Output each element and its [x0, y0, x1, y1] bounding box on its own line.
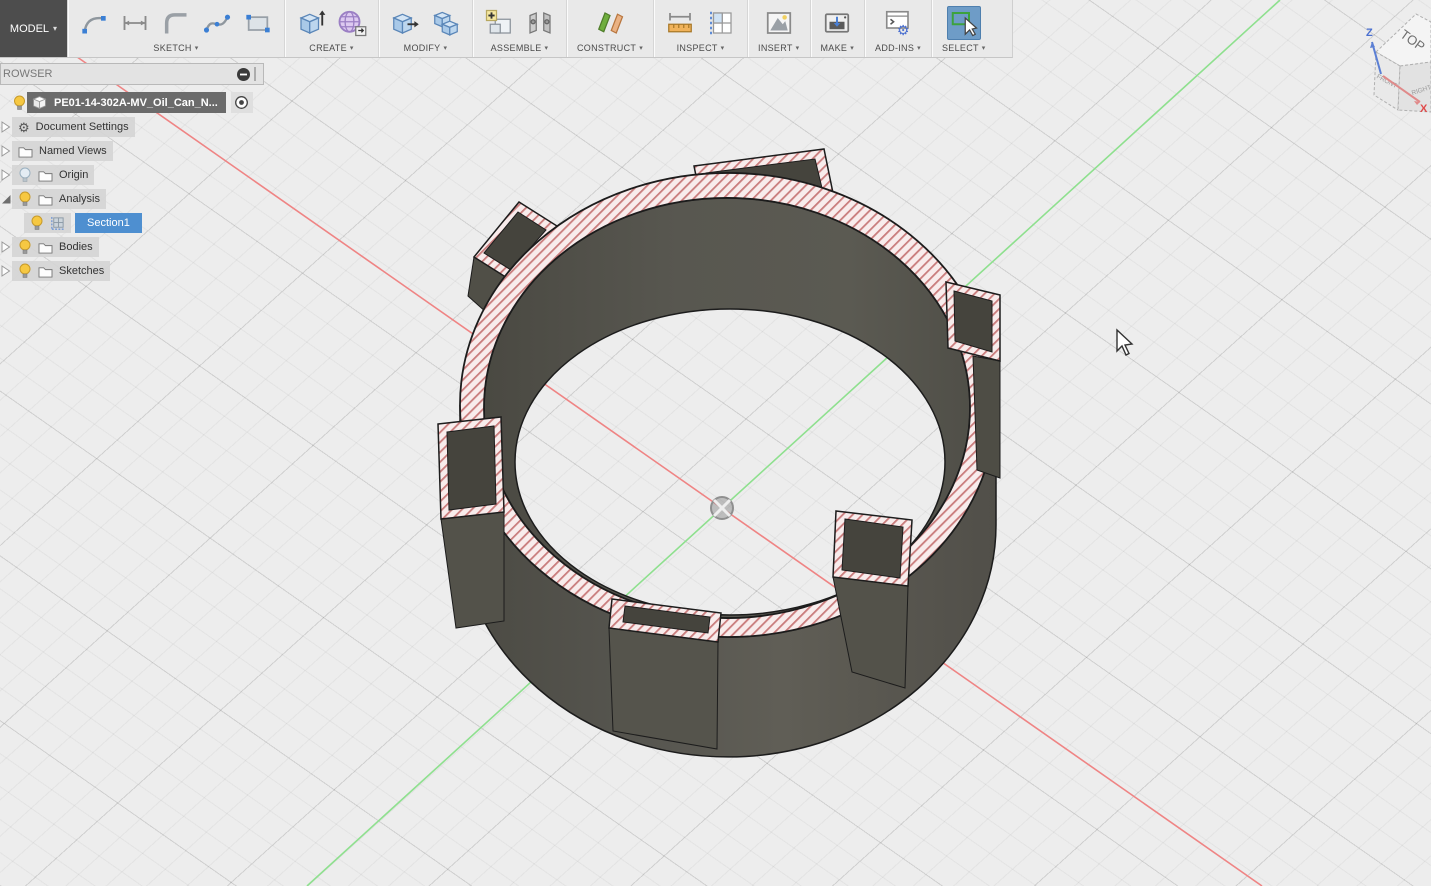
bulb-on-icon[interactable]: [30, 215, 44, 231]
caret-icon: ▾: [195, 44, 199, 52]
viewcube[interactable]: TOP FRONT RIGHT Z X: [1330, 0, 1431, 130]
sketch-spline-icon[interactable]: [201, 7, 233, 39]
folder-icon: [38, 241, 53, 254]
tab-bottom: [609, 599, 721, 749]
browser-title: ROWSER: [3, 68, 236, 80]
toolbar-menu-insert[interactable]: INSERT ▾: [758, 43, 799, 53]
toolbar-group-sketch: SKETCH ▾: [67, 0, 284, 57]
sketch-dimension-icon[interactable]: [119, 7, 151, 39]
root-component-label: PE01-14-302A-MV_Oil_Can_N...: [54, 97, 218, 109]
caret-icon: ▾: [53, 24, 57, 33]
toolbar-group-select: SELECT ▾: [931, 0, 996, 57]
make-3d-print-icon[interactable]: [821, 7, 853, 39]
workspace-switcher-model[interactable]: MODEL ▾: [0, 0, 67, 57]
sketch-arc-icon[interactable]: [78, 7, 110, 39]
bulb-off-icon[interactable]: [18, 167, 32, 183]
modify-combine-icon[interactable]: [430, 7, 462, 39]
expand-chevron-icon[interactable]: [1, 144, 11, 158]
browser-row-sketches[interactable]: Sketches: [0, 261, 266, 281]
viewcube-z-arrowhead: [1370, 42, 1375, 48]
panel-grip-icon[interactable]: [251, 66, 259, 82]
tab-left: [438, 417, 504, 628]
section-analysis-item-icon: [50, 216, 65, 231]
create-form-icon[interactable]: [336, 7, 368, 39]
folder-icon: [38, 265, 53, 278]
toolbar-menu-make[interactable]: MAKE ▾: [821, 43, 855, 53]
collapse-all-icon[interactable]: [236, 67, 251, 82]
browser-row-named-views[interactable]: Named Views: [0, 141, 266, 161]
browser-row-analysis[interactable]: Analysis: [0, 189, 266, 209]
toolbar-group-insert: INSERT ▾: [747, 0, 809, 57]
origin-marker[interactable]: [711, 497, 733, 519]
caret-icon: ▾: [350, 44, 354, 52]
select-tool-icon[interactable]: [947, 6, 981, 40]
collapse-triangle-icon[interactable]: [0, 193, 12, 205]
bulb-on-icon[interactable]: [18, 239, 32, 255]
caret-icon: ▾: [721, 44, 725, 52]
caret-icon: ▾: [982, 44, 986, 52]
browser-row-root-component[interactable]: PE01-14-302A-MV_Oil_Can_N...: [0, 92, 266, 113]
modify-press-pull-icon[interactable]: [389, 7, 421, 39]
toolbar-group-make: MAKE ▾: [810, 0, 865, 57]
insert-canvas-icon[interactable]: [763, 7, 795, 39]
toolbar-menu-addins[interactable]: ADD-INS ▾: [875, 43, 921, 53]
caret-icon: ▾: [545, 44, 549, 52]
expand-chevron-icon[interactable]: [1, 264, 11, 278]
toolbar-group-construct: CONSTRUCT ▾: [566, 0, 653, 57]
folder-icon: [38, 169, 53, 182]
expand-chevron-icon[interactable]: [1, 240, 11, 254]
bulb-on-icon[interactable]: [18, 263, 32, 279]
caret-icon: ▾: [917, 44, 921, 52]
expand-chevron-icon[interactable]: [1, 120, 11, 134]
toolbar-menu-sketch[interactable]: SKETCH ▾: [153, 43, 198, 53]
toolbar-group-addins: ⚙ ADD-INS ▾: [864, 0, 931, 57]
toolbar-menu-assemble[interactable]: ASSEMBLE ▾: [491, 43, 549, 53]
assemble-joint-icon[interactable]: [524, 7, 556, 39]
caret-icon: ▾: [443, 44, 447, 52]
caret-icon: ▾: [639, 44, 643, 52]
toolbar-menu-create[interactable]: CREATE ▾: [309, 43, 353, 53]
folder-icon: [18, 145, 33, 158]
toolbar-group-assemble: ASSEMBLE ▾: [472, 0, 566, 57]
viewcube-x-label: X: [1420, 103, 1428, 115]
browser-row-section1[interactable]: Section1: [0, 213, 266, 233]
sketch-fillet-icon[interactable]: [160, 7, 192, 39]
bulb-on-icon[interactable]: [18, 191, 32, 207]
caret-icon: ▾: [850, 44, 854, 52]
sketch-rectangle-icon[interactable]: [242, 7, 274, 39]
toolbar: MODEL ▾ SKETCH ▾: [0, 0, 1013, 58]
addins-scripts-icon[interactable]: ⚙: [882, 7, 914, 39]
folder-icon: [38, 193, 53, 206]
viewcube-z-label: Z: [1366, 27, 1373, 39]
ring-outer-wall: [460, 405, 996, 757]
section1-selected-chip: Section1: [75, 213, 142, 233]
caret-icon: ▾: [796, 44, 800, 52]
component-cube-icon: [31, 94, 48, 111]
construct-plane-icon[interactable]: [594, 7, 626, 39]
browser-row-document-settings[interactable]: ⚙ Document Settings: [0, 117, 266, 137]
toolbar-group-modify: MODIFY ▾: [378, 0, 472, 57]
activate-component-radio[interactable]: [231, 92, 253, 113]
toolbar-menu-inspect[interactable]: INSPECT ▾: [677, 43, 725, 53]
browser-header[interactable]: ROWSER: [0, 63, 264, 85]
create-extrude-icon[interactable]: [295, 7, 327, 39]
workspace-label: MODEL: [10, 23, 49, 35]
toolbar-menu-select[interactable]: SELECT ▾: [942, 43, 986, 53]
toolbar-group-inspect: INSPECT ▾: [653, 0, 747, 57]
browser-row-origin[interactable]: Origin: [0, 165, 266, 185]
browser-panel: ROWSER PE01-14-302A-MV_Oil_Can_N... ⚙ Do…: [0, 63, 266, 281]
mouse-cursor: [1112, 326, 1138, 356]
toolbar-group-create: CREATE ▾: [284, 0, 378, 57]
inspect-measure-icon[interactable]: [664, 7, 696, 39]
bulb-on-icon[interactable]: [12, 95, 27, 111]
model-ring-body[interactable]: [438, 149, 1000, 757]
toolbar-menu-construct[interactable]: CONSTRUCT ▾: [577, 43, 643, 53]
inspect-section-analysis-icon[interactable]: [705, 7, 737, 39]
browser-row-bodies[interactable]: Bodies: [0, 237, 266, 257]
expand-chevron-icon[interactable]: [1, 168, 11, 182]
gear-icon: ⚙: [18, 121, 30, 134]
assemble-new-component-icon[interactable]: [483, 7, 515, 39]
toolbar-menu-modify[interactable]: MODIFY ▾: [404, 43, 448, 53]
svg-text:⚙: ⚙: [897, 23, 909, 38]
